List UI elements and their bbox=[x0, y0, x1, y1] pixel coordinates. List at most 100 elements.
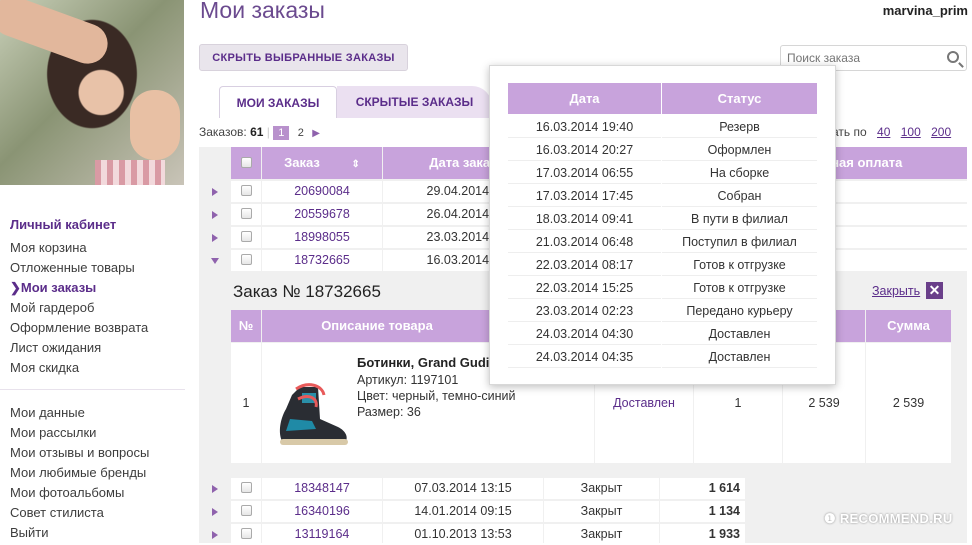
order-number[interactable]: 18998055 bbox=[262, 227, 382, 248]
expand-icon[interactable] bbox=[212, 234, 218, 242]
search-icon[interactable] bbox=[947, 51, 959, 63]
row-checkbox[interactable] bbox=[240, 254, 252, 266]
status-history-row: 17.03.2014 17:45 Собран bbox=[508, 185, 818, 208]
status-date: 24.03.2014 04:30 bbox=[508, 323, 661, 345]
status-date: 18.03.2014 09:41 bbox=[508, 208, 661, 230]
per-page-selector: ать по 40 100 200 bbox=[832, 125, 951, 139]
status-value: Резерв bbox=[662, 116, 817, 138]
avatar-shirt bbox=[95, 160, 165, 185]
select-all-header bbox=[231, 147, 261, 179]
expand-icon[interactable] bbox=[212, 211, 218, 219]
order-number[interactable]: 18732665 bbox=[262, 250, 382, 271]
status-history-row: 18.03.2014 09:41 В пути в филиал bbox=[508, 208, 818, 231]
order-detail-title: Заказ № 18732665 bbox=[233, 282, 381, 301]
row-checkbox[interactable] bbox=[240, 231, 252, 243]
sidebar-divider bbox=[0, 389, 185, 390]
tab-hidden-orders[interactable]: СКРЫТЫЕ ЗАКАЗЫ bbox=[337, 86, 492, 118]
order-number[interactable]: 18348147 bbox=[262, 478, 382, 499]
order-status: Закрыт bbox=[544, 478, 659, 499]
order-sum: 1 134 bbox=[660, 501, 745, 522]
expand-icon[interactable] bbox=[212, 508, 218, 516]
page-2[interactable]: 2 bbox=[293, 126, 309, 140]
status-value: Собран bbox=[662, 185, 817, 207]
per-page-200[interactable]: 200 bbox=[931, 125, 951, 139]
sidebar-item-orders[interactable]: ❯Мои заказы bbox=[10, 278, 185, 298]
sidebar-item-brands[interactable]: Мои любимые бренды bbox=[10, 463, 185, 483]
sidebar-item-return[interactable]: Оформление возврата bbox=[10, 318, 185, 338]
order-sum: 1 614 bbox=[660, 478, 745, 499]
order-date: 07.03.2014 13:15 bbox=[383, 478, 543, 499]
order-number[interactable]: 20559678 bbox=[262, 204, 382, 225]
sidebar-item-my-data[interactable]: Мои данные bbox=[10, 403, 185, 423]
sidebar-item-discount[interactable]: Моя скидка bbox=[10, 358, 185, 378]
sidebar: Личный кабинет Моя корзина Отложенные то… bbox=[0, 217, 185, 543]
page-1[interactable]: 1 bbox=[273, 126, 290, 140]
sidebar-item-photo-albums[interactable]: Мои фотоальбомы bbox=[10, 483, 185, 503]
detail-header-num: № bbox=[231, 310, 261, 342]
order-date: 01.10.2013 13:53 bbox=[383, 524, 543, 545]
row-checkbox[interactable] bbox=[240, 482, 252, 494]
order-number[interactable]: 13119164 bbox=[262, 524, 382, 545]
watermark: ❶ RECOMMEND.RU bbox=[824, 511, 953, 526]
per-page-100[interactable]: 100 bbox=[901, 125, 921, 139]
sidebar-item-logout[interactable]: Выйти bbox=[10, 523, 185, 543]
active-marker-icon: ❯ bbox=[10, 280, 21, 295]
avatar-hand bbox=[130, 90, 180, 160]
expand-icon[interactable] bbox=[212, 188, 218, 196]
status-date: 22.03.2014 15:25 bbox=[508, 277, 661, 299]
sidebar-item-stylist[interactable]: Совет стилиста bbox=[10, 503, 185, 523]
column-header-order[interactable]: Заказ ⇕ bbox=[262, 147, 382, 179]
status-history-row: 22.03.2014 08:17 Готов к отгрузке bbox=[508, 254, 818, 277]
status-value: На сборке bbox=[662, 162, 817, 184]
per-page-label: ать по bbox=[832, 125, 867, 139]
status-history-row: 23.03.2014 02:23 Передано курьеру bbox=[508, 300, 818, 323]
status-value: Доставлен bbox=[662, 323, 817, 345]
status-history-row: 24.03.2014 04:35 Доставлен bbox=[508, 346, 818, 369]
row-checkbox[interactable] bbox=[240, 185, 252, 197]
order-number[interactable]: 16340196 bbox=[262, 501, 382, 522]
sidebar-item-reviews[interactable]: Мои отзывы и вопросы bbox=[10, 443, 185, 463]
avatar-arm bbox=[0, 0, 114, 70]
sidebar-item-cart[interactable]: Моя корзина bbox=[10, 238, 185, 258]
row-checkbox[interactable] bbox=[240, 208, 252, 220]
hide-selected-orders-button[interactable]: СКРЫТЬ ВЫБРАННЫЕ ЗАКАЗЫ bbox=[199, 44, 408, 71]
popup-header-status: Статус bbox=[662, 83, 817, 114]
sidebar-item-mailings[interactable]: Мои рассылки bbox=[10, 423, 185, 443]
order-number[interactable]: 20690084 bbox=[262, 181, 382, 202]
status-history-row: 16.03.2014 19:40 Резерв bbox=[508, 116, 818, 139]
row-checkbox[interactable] bbox=[240, 505, 252, 517]
sidebar-item-wardrobe[interactable]: Мой гардероб bbox=[10, 298, 185, 318]
status-value: Передано курьеру bbox=[662, 300, 817, 322]
tab-my-orders[interactable]: МОИ ЗАКАЗЫ bbox=[219, 86, 337, 118]
expand-icon[interactable] bbox=[212, 485, 218, 493]
orders-counter: Заказов: 61 | 1 2 ▶ bbox=[199, 125, 320, 140]
status-history-row: 22.03.2014 15:25 Готов к отгрузке bbox=[508, 277, 818, 300]
popup-header-date: Дата bbox=[508, 83, 661, 114]
status-history-row: 24.03.2014 04:30 Доставлен bbox=[508, 323, 818, 346]
status-value: Доставлен bbox=[662, 346, 817, 368]
order-sum: 1 933 bbox=[660, 524, 745, 545]
select-all-checkbox[interactable] bbox=[240, 157, 252, 169]
sort-icon[interactable]: ⇕ bbox=[351, 159, 359, 170]
detail-item-sum: 2 539 bbox=[866, 343, 951, 463]
next-page-icon[interactable]: ▶ bbox=[312, 128, 320, 139]
user-avatar bbox=[0, 0, 184, 185]
product-image[interactable] bbox=[272, 379, 352, 459]
table-row[interactable]: 18348147 07.03.2014 13:15 Закрыт 1 614 bbox=[199, 477, 967, 499]
sidebar-item-waitlist[interactable]: Лист ожидания bbox=[10, 338, 185, 358]
status-value: Готов к отгрузке bbox=[662, 277, 817, 299]
collapse-icon[interactable] bbox=[211, 258, 219, 264]
expand-icon[interactable] bbox=[212, 531, 218, 539]
sidebar-item-deferred[interactable]: Отложенные товары bbox=[10, 258, 185, 278]
status-value: Готов к отгрузке bbox=[662, 254, 817, 276]
order-status: Закрыт bbox=[544, 501, 659, 522]
close-detail-link[interactable]: Закрыть bbox=[872, 284, 920, 298]
status-date: 17.03.2014 06:55 bbox=[508, 162, 661, 184]
sidebar-item-label: Мои заказы bbox=[20, 280, 97, 295]
product-name[interactable]: Ботинки, Grand Gudi bbox=[357, 355, 489, 370]
per-page-40[interactable]: 40 bbox=[877, 125, 890, 139]
close-icon[interactable]: ✕ bbox=[926, 282, 943, 299]
row-checkbox[interactable] bbox=[240, 528, 252, 540]
username[interactable]: marvina_prim bbox=[883, 3, 968, 18]
product-article: Артикул: 1197101 bbox=[357, 373, 459, 387]
